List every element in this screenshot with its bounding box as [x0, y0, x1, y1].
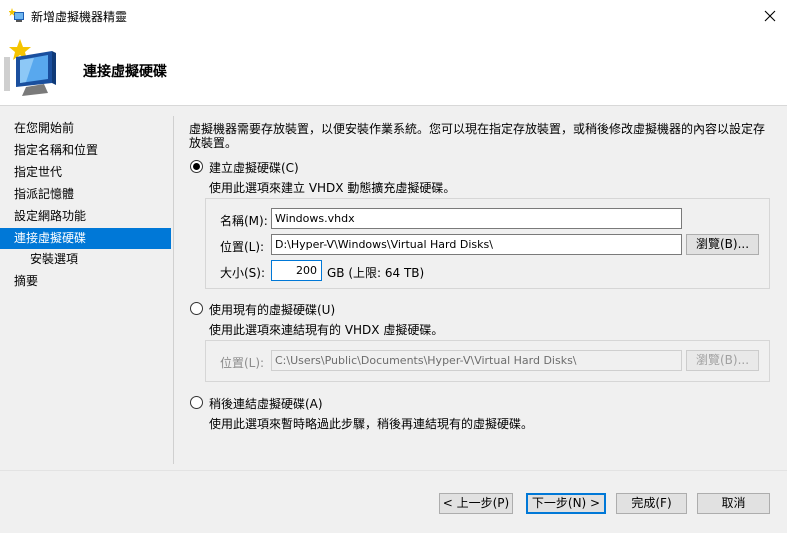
- existing-location-label: 位置(L):: [220, 356, 265, 370]
- nav-divider: [173, 116, 174, 464]
- nav-item-summary[interactable]: 摘要: [0, 271, 171, 292]
- nav-item-connect-vhd[interactable]: 連接虛擬硬碟: [0, 228, 171, 249]
- vhd-name-input[interactable]: Windows.vhdx: [271, 208, 682, 229]
- vhd-size-input[interactable]: 200: [271, 260, 322, 281]
- create-vhd-radio[interactable]: [190, 160, 203, 173]
- name-label: 名稱(M):: [220, 214, 268, 228]
- previous-button[interactable]: < 上一步(P): [439, 493, 513, 514]
- close-button[interactable]: [752, 0, 787, 31]
- attach-later-radio[interactable]: [190, 396, 203, 409]
- cancel-button[interactable]: 取消: [697, 493, 770, 514]
- nav-item-before-you-begin[interactable]: 在您開始前: [0, 118, 171, 139]
- wizard-app-icon: [8, 8, 25, 24]
- wizard-monitor-icon: [4, 37, 62, 99]
- nav-item-memory[interactable]: 指派記憶體: [0, 184, 171, 205]
- nav-item-name-location[interactable]: 指定名稱和位置: [0, 140, 171, 161]
- existing-vhd-location-input[interactable]: C:\Users\Public\Documents\Hyper-V\Virtua…: [271, 350, 682, 371]
- next-button[interactable]: 下一步(N) >: [526, 493, 606, 514]
- existing-browse-button[interactable]: 瀏覽(B)...: [686, 350, 759, 371]
- vhd-location-input[interactable]: D:\Hyper-V\Windows\Virtual Hard Disks\: [271, 234, 682, 255]
- finish-button[interactable]: 完成(F): [616, 493, 687, 514]
- close-icon: [764, 10, 775, 21]
- attach-later-description: 使用此選項來暫時略過此步驟，稍後再連結現有的虛擬硬碟。: [209, 417, 534, 431]
- browse-button[interactable]: 瀏覽(B)...: [686, 234, 759, 255]
- create-vhd-description: 使用此選項來建立 VHDX 動態擴充虛擬硬碟。: [209, 181, 456, 195]
- size-unit-label: GB (上限: 64 TB): [327, 266, 425, 280]
- size-label: 大小(S):: [220, 266, 266, 280]
- use-existing-vhd-description: 使用此選項來連結現有的 VHDX 虛擬硬碟。: [209, 323, 444, 337]
- use-existing-vhd-radio[interactable]: [190, 302, 203, 315]
- page-title: 連接虛擬硬碟: [83, 64, 167, 80]
- footer-divider: [0, 470, 787, 471]
- page-description: 虛擬機器需要存放裝置，以便安裝作業系統。您可以現在指定存放裝置，或稍後修改虛擬機…: [189, 122, 766, 150]
- create-vhd-label[interactable]: 建立虛擬硬碟(C): [209, 159, 299, 176]
- window-title: 新增虛擬機器精靈: [31, 10, 128, 24]
- nav-item-install-options[interactable]: 安裝選項: [0, 249, 171, 270]
- nav-item-networking[interactable]: 設定網路功能: [0, 206, 171, 227]
- use-existing-vhd-label[interactable]: 使用現有的虛擬硬碟(U): [209, 301, 335, 318]
- location-label: 位置(L):: [220, 240, 265, 254]
- nav-item-generation[interactable]: 指定世代: [0, 162, 171, 183]
- attach-later-label[interactable]: 稍後連結虛擬硬碟(A): [209, 395, 323, 412]
- header-divider: [0, 105, 787, 106]
